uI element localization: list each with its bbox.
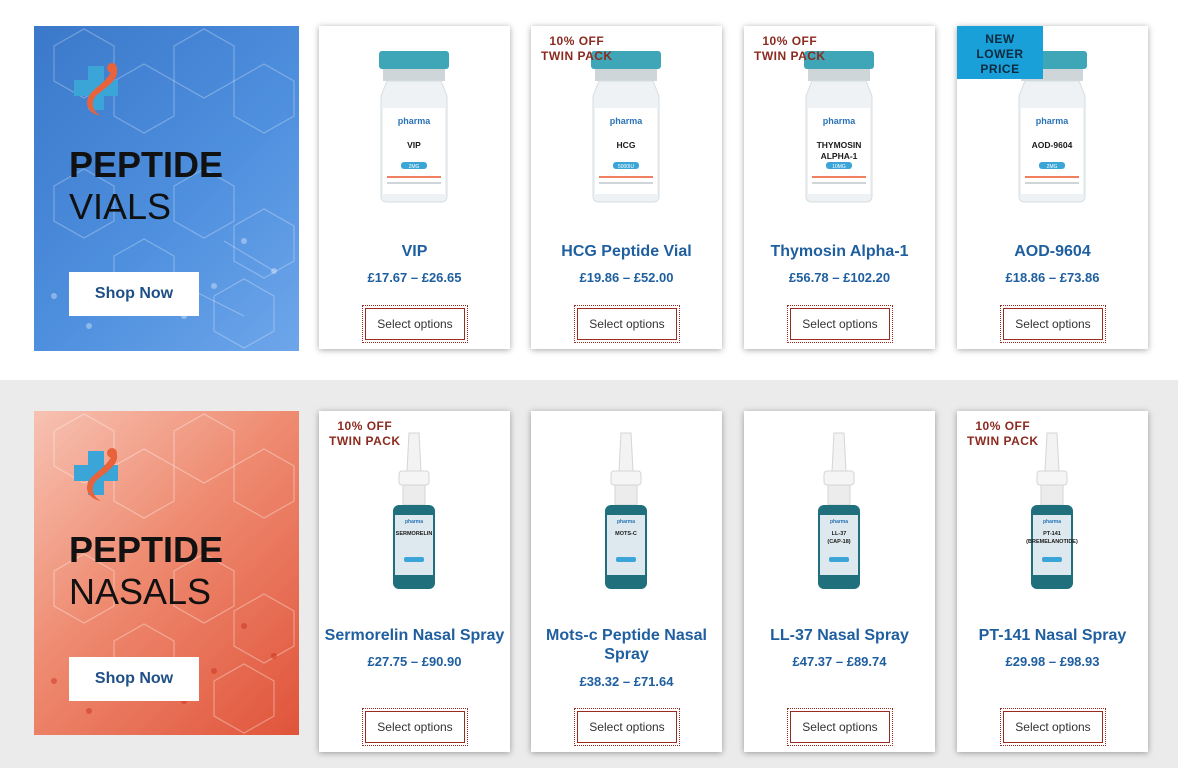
select-options-button[interactable]: Select options xyxy=(362,708,468,746)
nasal-spray-icon: pharma LL-37 (CAP-18) xyxy=(818,432,860,589)
product-card[interactable]: pharma LL-37 (CAP-18) LL-37 Nasal Spray £4… xyxy=(744,411,935,752)
product-image[interactable]: pharma MOTS-C xyxy=(531,411,722,606)
product-price: £56.78 – £102.20 xyxy=(788,270,891,285)
vial-label-line: AOD-9604 xyxy=(1032,140,1073,150)
product-card[interactable]: pharma PT-141 (BREMELANOTIDE) 10% OFF TWIN… xyxy=(957,411,1148,752)
banner-title-light: VIALS xyxy=(69,186,172,227)
vial-brand: pharma xyxy=(1036,116,1070,126)
svg-text:pharma: pharma xyxy=(405,519,423,525)
product-name[interactable]: LL-37 Nasal Spray xyxy=(748,626,931,645)
product-image[interactable]: pharma VIP 2MG xyxy=(319,26,510,221)
vial-label-line: HCG xyxy=(617,140,636,150)
cross-logo-icon xyxy=(74,63,118,116)
vial-label-line: THYMOSIN xyxy=(817,140,862,150)
svg-text:HCG: HCG xyxy=(617,140,636,150)
product-price: £27.75 – £90.90 xyxy=(367,654,462,669)
promo-badge: 10% OFF TWIN PACK xyxy=(329,419,401,448)
product-name[interactable]: VIP xyxy=(323,242,506,261)
peptide-vial-icon: pharma VIP 2MG xyxy=(379,51,449,203)
peptide-nasals-banner[interactable]: PEPTIDE NASALS Shop Now xyxy=(34,411,299,735)
svg-text:pharma: pharma xyxy=(617,519,635,525)
product-name[interactable]: Sermorelin Nasal Spray xyxy=(323,626,506,645)
product-card[interactable]: pharma HCG 5000IU 10% OFF TWIN PACK HCG Pe… xyxy=(531,26,722,349)
product-card[interactable]: pharma VIP 2MG VIP £17.67 – £26.65 Select … xyxy=(319,26,510,349)
peptide-vials-banner[interactable]: PEPTIDE VIALS Shop Now xyxy=(34,26,299,351)
product-name[interactable]: Thymosin Alpha-1 xyxy=(748,242,931,261)
banner-title: PEPTIDE VIALS xyxy=(69,144,223,228)
vial-brand: pharma xyxy=(823,116,857,126)
product-image[interactable]: pharma LL-37 (CAP-18) xyxy=(744,411,935,606)
product-price: £18.86 – £73.86 xyxy=(1005,270,1100,285)
product-name[interactable]: Mots-c Peptide Nasal Spray xyxy=(535,626,718,664)
product-card[interactable]: pharma MOTS-C Mots-c Peptide Nasal Spray… xyxy=(531,411,722,752)
product-card[interactable]: pharma SERMORELIN 10% OFF TWIN PACK Sermor… xyxy=(319,411,510,752)
banner-title: PEPTIDE NASALS xyxy=(69,529,223,613)
product-name[interactable]: PT-141 Nasal Spray xyxy=(961,626,1144,645)
product-name[interactable]: HCG Peptide Vial xyxy=(535,242,718,261)
select-options-button[interactable]: Select options xyxy=(362,305,468,343)
promo-badge: NEW LOWER PRICE xyxy=(957,26,1043,79)
select-options-button[interactable]: Select options xyxy=(1000,305,1106,343)
promo-badge: 10% OFF TWIN PACK xyxy=(754,34,826,63)
vial-dose: 10MG xyxy=(832,164,846,170)
vial-brand: pharma xyxy=(610,116,644,126)
select-options-button[interactable]: Select options xyxy=(574,708,680,746)
shop-now-button[interactable]: Shop Now xyxy=(69,272,199,316)
banner-title-light: NASALS xyxy=(69,571,212,612)
peptide-nasals-section: PEPTIDE NASALS Shop Now pharma SERMORELI… xyxy=(0,380,1178,768)
svg-text:pharma: pharma xyxy=(830,519,848,525)
banner-title-bold: PEPTIDE xyxy=(69,529,224,570)
banner-title-bold: PEPTIDE xyxy=(69,144,224,185)
select-options-button[interactable]: Select options xyxy=(1000,708,1106,746)
peptide-vials-section: PEPTIDE VIALS Shop Now pharma VIP 2MG VI… xyxy=(0,0,1178,380)
product-card[interactable]: pharma AOD-9604 2MG NEW LOWER PRICE AOD-96… xyxy=(957,26,1148,349)
svg-text:SERMORELIN: SERMORELIN xyxy=(396,531,433,537)
product-name[interactable]: AOD-9604 xyxy=(961,242,1144,261)
svg-text:THYMOSINALPHA-1: THYMOSIN ALPHA-1 xyxy=(817,140,862,161)
product-price: £29.98 – £98.93 xyxy=(1005,654,1100,669)
vial-label-line: ALPHA-1 xyxy=(821,151,858,161)
select-options-button[interactable]: Select options xyxy=(574,305,680,343)
svg-text:MOTS-C: MOTS-C xyxy=(615,531,637,537)
svg-text:AOD-9604: AOD-9604 xyxy=(1032,140,1073,150)
cross-logo-icon xyxy=(74,448,118,501)
svg-text:VIP: VIP xyxy=(407,140,421,150)
vial-dose: 2MG xyxy=(409,164,420,170)
shop-now-button[interactable]: Shop Now xyxy=(69,657,199,701)
select-options-button[interactable]: Select options xyxy=(787,305,893,343)
vial-dose: 2MG xyxy=(1047,164,1058,170)
product-card[interactable]: pharma THYMOSIN ALPHA-1 10MG 10% OFF TWIN … xyxy=(744,26,935,349)
product-price: £47.37 – £89.74 xyxy=(792,654,887,669)
product-price: £17.67 – £26.65 xyxy=(367,270,462,285)
vial-label-line: VIP xyxy=(407,140,421,150)
product-price: £19.86 – £52.00 xyxy=(579,270,674,285)
promo-badge: 10% OFF TWIN PACK xyxy=(541,34,613,63)
product-price: £38.32 – £71.64 xyxy=(579,674,674,689)
svg-text:pharma: pharma xyxy=(1043,519,1061,525)
vial-brand: pharma xyxy=(398,116,432,126)
vial-dose: 5000IU xyxy=(618,164,635,170)
nasal-spray-icon: pharma MOTS-C xyxy=(605,432,647,589)
promo-badge: 10% OFF TWIN PACK xyxy=(967,419,1039,448)
select-options-button[interactable]: Select options xyxy=(787,708,893,746)
